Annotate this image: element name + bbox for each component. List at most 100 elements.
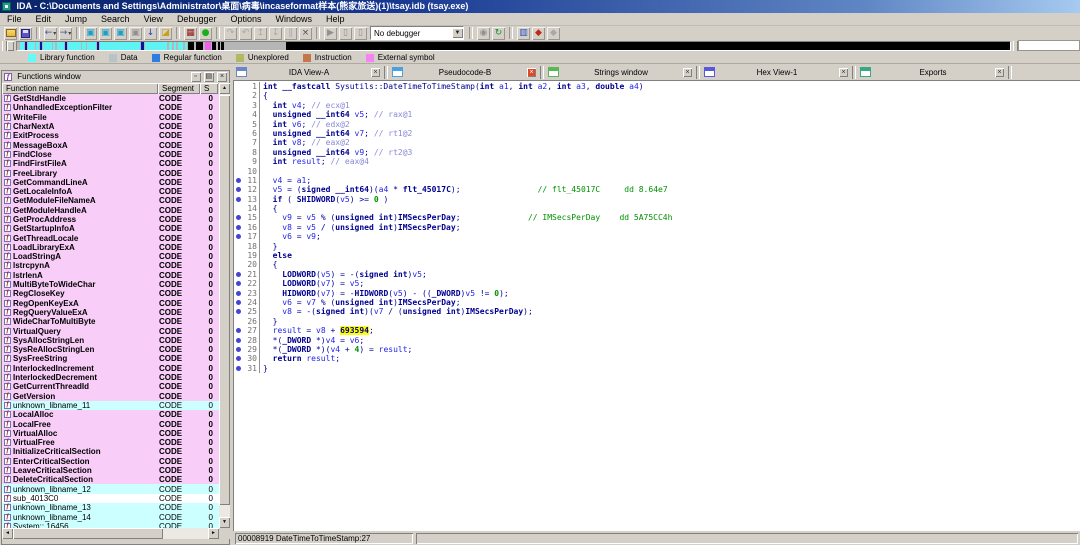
function-row[interactable]: f EnterCriticalSection CODE 0 [2, 456, 220, 466]
toolbar-refresh-button[interactable]: ↻ [492, 26, 505, 40]
toolbar-save-button[interactable] [19, 26, 32, 40]
code-line[interactable]: 7 int v8; // eax@2 [234, 138, 1080, 148]
toolbar-call-graph-button[interactable]: ◆ [547, 26, 560, 40]
menu-windows[interactable]: Windows [269, 13, 320, 26]
function-row[interactable]: f SysReAllocStringLen CODE 0 [2, 345, 220, 355]
function-list-hscrollbar[interactable]: ◄ ► [2, 528, 219, 539]
function-row[interactable]: f GetThreadLocale CODE 0 [2, 233, 220, 243]
function-row[interactable]: f ExitProcess CODE 0 [2, 131, 220, 141]
code-line[interactable]: 29 *(_DWORD *)(v4 + 4) = result; [234, 344, 1080, 355]
column-header-s[interactable]: S [200, 83, 218, 94]
function-row[interactable]: f RegCloseKey CODE 0 [2, 289, 220, 299]
code-line[interactable]: 28 *(_DWORD *)v4 = v6; [234, 335, 1080, 345]
function-row[interactable]: f unknown_libname_11 CODE 0 [2, 400, 220, 411]
code-line[interactable]: 2{ [234, 91, 1080, 101]
toolbar-run-to-cursor-button[interactable]: ↧ [269, 26, 282, 40]
menu-options[interactable]: Options [223, 13, 268, 26]
toolbar-open-subview-3-button[interactable]: ▣ [114, 26, 127, 40]
toolbar-attach-process-button[interactable]: ◉ [477, 26, 490, 40]
function-list-vscrollbar[interactable]: ▲ ▼ [219, 83, 230, 528]
navigation-band[interactable] [16, 41, 1011, 51]
function-row[interactable]: f LocalAlloc CODE 0 [2, 410, 220, 420]
toolbar-take-snapshot-button[interactable]: ▦ [184, 26, 197, 40]
function-row[interactable]: f DeleteCriticalSection CODE 0 [2, 475, 220, 485]
column-header-function-name[interactable]: Function name [2, 83, 158, 94]
function-row[interactable]: f MessageBoxA CODE 0 [2, 140, 220, 150]
toolbar-start-process-button[interactable]: ▶ [324, 26, 337, 40]
function-row[interactable]: f GetStartupInfoA CODE 0 [2, 224, 220, 234]
toolbar-jump-address-button[interactable]: ↓ [144, 26, 157, 40]
function-row[interactable]: f unknown_libname_13 CODE 0 [2, 503, 220, 513]
function-row[interactable]: f sub_4013C0 CODE 0 [2, 493, 220, 504]
code-line[interactable]: 25 v8 = -(signed int)(v7 / (unsigned int… [234, 307, 1080, 317]
toolbar-set-colors-button[interactable]: ◪ [159, 26, 172, 40]
function-row[interactable]: f unknown_libname_14 CODE 0 [2, 512, 220, 522]
code-line[interactable]: 8 unsigned __int64 v9; // rt2@3 [234, 147, 1080, 158]
code-line[interactable]: 13 if ( SHIDWORD(v5) >= 0 ) [234, 194, 1080, 205]
debugger-select[interactable]: No debugger ▼ [370, 26, 464, 40]
column-header-segment[interactable]: Segment [158, 83, 200, 94]
tab-close-icon[interactable]: × [839, 67, 848, 77]
function-row[interactable]: f CharNextA CODE 0 [2, 121, 220, 132]
panel-close-button[interactable]: × [217, 72, 227, 82]
code-line[interactable]: 22 LODWORD(v7) = v5; [234, 279, 1080, 289]
toolbar-windows-list-button[interactable]: ▣ [129, 26, 142, 40]
function-row[interactable]: f VirtualAlloc CODE 0 [2, 428, 220, 438]
panel-maximize-button[interactable]: ▫ [190, 72, 201, 82]
menu-view[interactable]: View [137, 13, 170, 26]
function-row[interactable]: f VirtualFree CODE 0 [2, 437, 220, 448]
function-row[interactable]: f LoadStringA CODE 0 [2, 252, 220, 262]
code-line[interactable]: 20 { [234, 260, 1080, 270]
scroll-down-icon[interactable]: ▼ [219, 517, 230, 528]
function-row[interactable]: f VirtualQuery CODE 0 [2, 326, 220, 336]
scroll-right-icon[interactable]: ► [208, 528, 219, 539]
function-row[interactable]: f GetCommandLineA CODE 0 [2, 177, 220, 187]
code-line[interactable]: 19 else [234, 251, 1080, 261]
toolbar-open-subview-2-button[interactable]: ▣ [99, 26, 112, 40]
toolbar-stop-process-button[interactable]: ▯ [354, 26, 367, 40]
menu-debugger[interactable]: Debugger [170, 13, 224, 26]
tab-pseudocode-b[interactable]: Pseudocode-B × [389, 65, 539, 80]
toolbar-flow-chart-button[interactable]: ◆ [532, 26, 545, 40]
function-row[interactable]: f lstrcpynA CODE 0 [2, 261, 220, 271]
function-row[interactable]: f GetModuleHandleA CODE 0 [2, 205, 220, 215]
toolbar-cancel-debug-button[interactable]: × [299, 26, 312, 40]
function-row[interactable]: f GetLocaleInfoA CODE 0 [2, 186, 220, 197]
toolbar-run-until-return-button[interactable]: ↥ [254, 26, 267, 40]
scroll-left-icon[interactable]: ◄ [2, 528, 13, 539]
nav-options-button[interactable] [7, 41, 14, 51]
function-row[interactable]: f SysAllocStringLen CODE 0 [2, 335, 220, 346]
code-line[interactable]: 6 unsigned __int64 v7; // rt1@2 [234, 128, 1080, 139]
menu-help[interactable]: Help [319, 13, 352, 26]
tab-close-icon[interactable]: × [683, 67, 692, 77]
code-line[interactable]: 17 v6 = v9; [234, 232, 1080, 242]
toolbar-pause-process-button[interactable]: ▯ [339, 26, 352, 40]
code-line[interactable]: 11 v4 = a1; [234, 175, 1080, 186]
tab-close-icon[interactable]: × [527, 67, 536, 77]
menu-search[interactable]: Search [94, 13, 137, 26]
code-line[interactable]: 30 return result; [234, 354, 1080, 364]
function-row[interactable]: f RegOpenKeyExA CODE 0 [2, 298, 220, 308]
code-line[interactable]: 10 [234, 166, 1080, 176]
function-row[interactable]: f InterlockedIncrement CODE 0 [2, 363, 220, 373]
code-line[interactable]: 18 } [234, 241, 1080, 252]
tab-ida-view-a[interactable]: IDA View-A × [233, 65, 383, 80]
tab-close-icon[interactable]: × [995, 67, 1004, 77]
toolbar-open-charts-button[interactable]: ▥ [517, 26, 530, 40]
function-row[interactable]: f FindClose CODE 0 [2, 149, 220, 160]
toolbar-open-subview-1-button[interactable]: ▣ [84, 26, 97, 40]
code-line[interactable]: 1 int __fastcall Sysutils::DateTimeToTime… [234, 82, 1080, 92]
function-row[interactable]: f GetVersion CODE 0 [2, 391, 220, 401]
function-row[interactable]: f WriteFile CODE 0 [2, 112, 220, 122]
code-line[interactable]: 15 v9 = v5 % (unsigned int)IMSecsPerDay;… [234, 213, 1080, 223]
code-line[interactable]: 23 HIDWORD(v7) = -HIDWORD(v5) - ((_DWORD… [234, 288, 1080, 298]
tab-strings-window[interactable]: Strings window × [545, 65, 695, 80]
code-line[interactable]: 24 v6 = v7 % (unsigned int)IMSecsPerDay; [234, 297, 1080, 308]
combo-dropdown-icon[interactable]: ▼ [452, 28, 463, 38]
function-row[interactable]: f GetModuleFileNameA CODE 0 [2, 196, 220, 206]
function-row[interactable]: f FindFirstFileA CODE 0 [2, 159, 220, 169]
toolbar-step-over-button[interactable]: ↶ [239, 26, 252, 40]
function-row[interactable]: f InitializeCriticalSection CODE 0 [2, 447, 220, 457]
code-line[interactable]: 3 int v4; // ecx@1 [234, 100, 1080, 111]
function-row[interactable]: f FreeLibrary CODE 0 [2, 168, 220, 178]
